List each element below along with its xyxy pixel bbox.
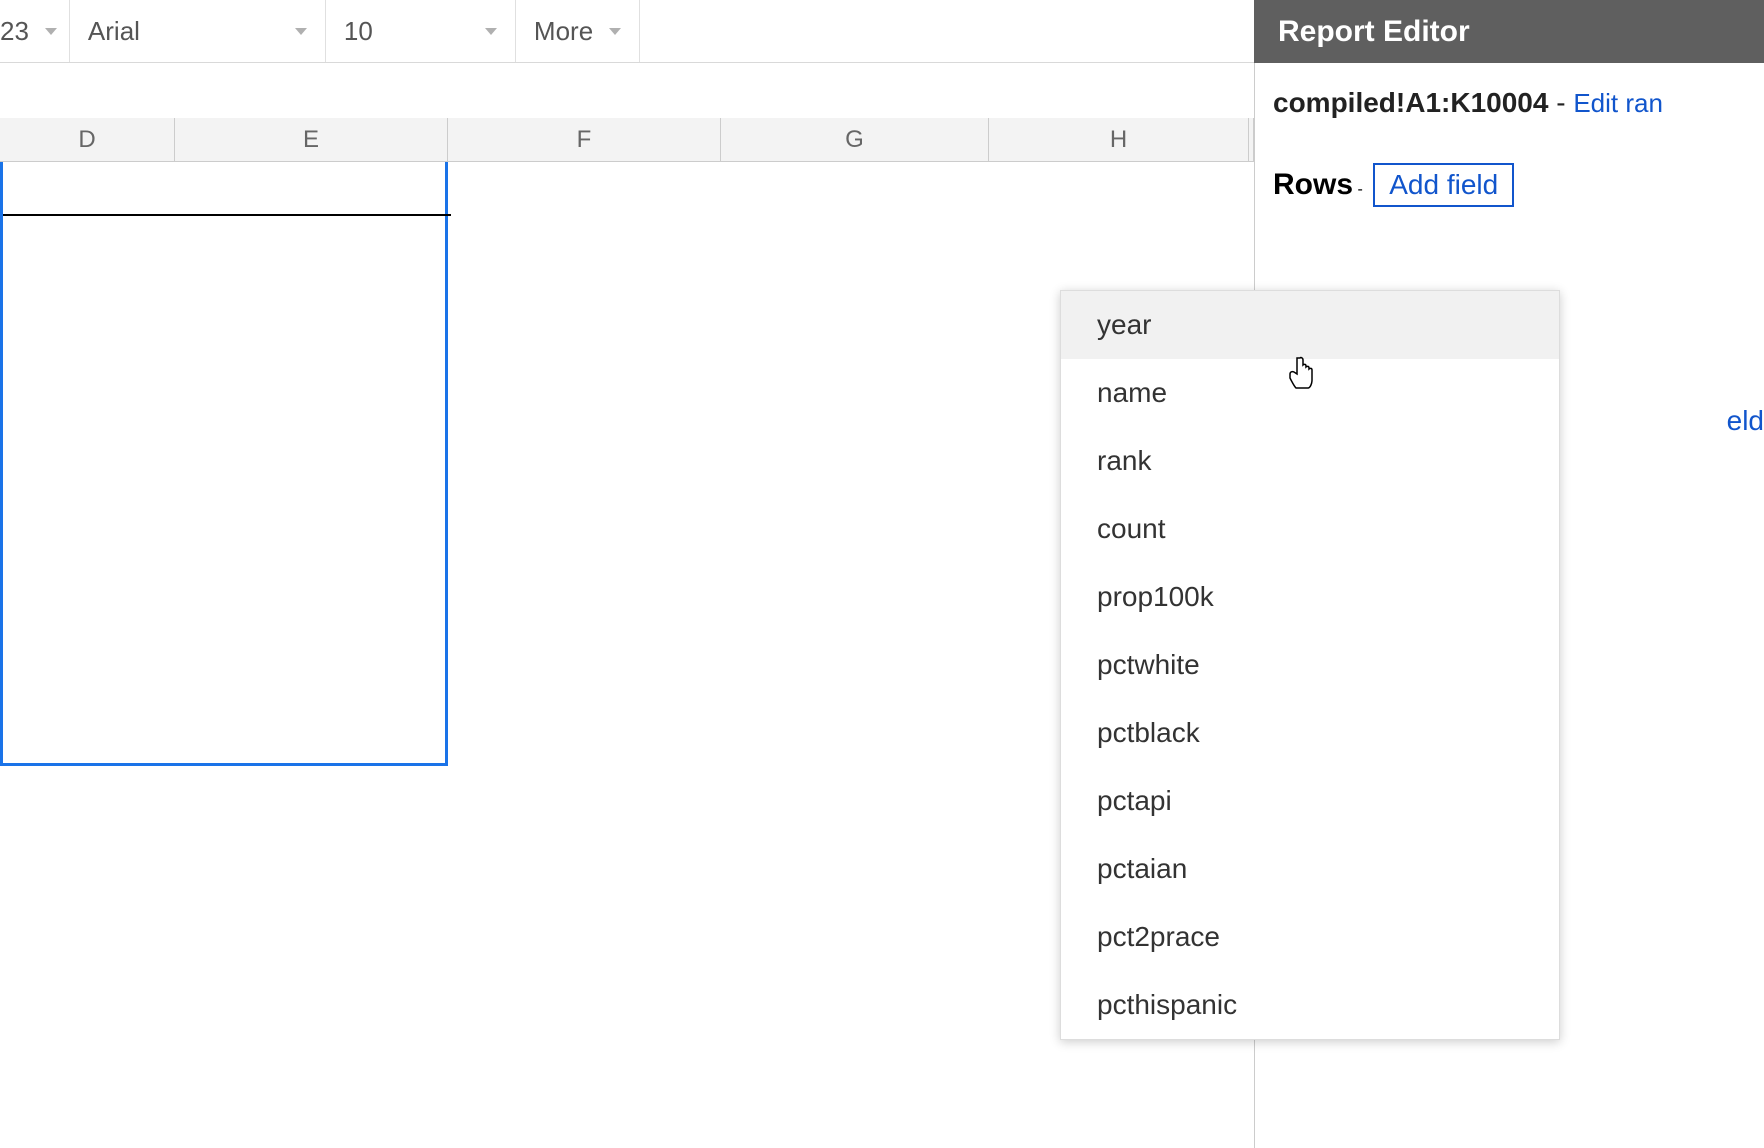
columns-partial-link[interactable]: eld bbox=[1727, 405, 1764, 437]
column-header-d[interactable]: D bbox=[0, 118, 175, 161]
chevron-down-icon bbox=[295, 28, 307, 35]
rows-separator: - bbox=[1353, 181, 1367, 198]
font-size-label: 10 bbox=[344, 16, 373, 47]
field-option-pct2prace[interactable]: pct2prace bbox=[1061, 903, 1559, 971]
column-header-last[interactable] bbox=[1249, 118, 1254, 161]
rows-label: Rows bbox=[1273, 168, 1353, 201]
chevron-down-icon bbox=[45, 28, 57, 35]
chevron-down-icon bbox=[485, 28, 497, 35]
column-headers: D E F G H bbox=[0, 118, 1254, 162]
column-header-g[interactable]: G bbox=[721, 118, 989, 161]
chevron-down-icon bbox=[609, 28, 621, 35]
field-option-pctaian[interactable]: pctaian bbox=[1061, 835, 1559, 903]
field-option-pctblack[interactable]: pctblack bbox=[1061, 699, 1559, 767]
format-number-dropdown[interactable]: 23 bbox=[0, 0, 70, 62]
report-editor-title: Report Editor bbox=[1278, 15, 1470, 49]
format-number-label: 23 bbox=[0, 16, 29, 47]
rows-section: Rows - Add field bbox=[1255, 139, 1764, 217]
field-option-name[interactable]: name bbox=[1061, 359, 1559, 427]
more-label: More bbox=[534, 16, 593, 47]
field-option-count[interactable]: count bbox=[1061, 495, 1559, 563]
font-label: Arial bbox=[88, 16, 140, 47]
column-header-h[interactable]: H bbox=[989, 118, 1249, 161]
more-dropdown[interactable]: More bbox=[516, 0, 640, 62]
selection-box bbox=[0, 162, 448, 766]
field-option-rank[interactable]: rank bbox=[1061, 427, 1559, 495]
field-dropdown: year name rank count prop100k pctwhite p… bbox=[1060, 290, 1560, 1040]
column-header-e[interactable]: E bbox=[175, 118, 448, 161]
edit-range-link[interactable]: Edit ran bbox=[1573, 88, 1663, 118]
field-option-pctwhite[interactable]: pctwhite bbox=[1061, 631, 1559, 699]
field-option-prop100k[interactable]: prop100k bbox=[1061, 563, 1559, 631]
field-option-pctapi[interactable]: pctapi bbox=[1061, 767, 1559, 835]
range-text: compiled!A1:K10004 bbox=[1273, 87, 1548, 118]
font-size-dropdown[interactable]: 10 bbox=[326, 0, 516, 62]
column-header-f[interactable]: F bbox=[448, 118, 721, 161]
field-option-year[interactable]: year bbox=[1061, 291, 1559, 359]
range-separator: - bbox=[1548, 87, 1573, 118]
add-field-button[interactable]: Add field bbox=[1373, 163, 1514, 207]
report-editor-header: Report Editor bbox=[1254, 0, 1764, 63]
font-dropdown[interactable]: Arial bbox=[70, 0, 326, 62]
selection-box-inner bbox=[3, 162, 451, 216]
range-row: compiled!A1:K10004 - Edit ran bbox=[1255, 63, 1764, 139]
field-option-pcthispanic[interactable]: pcthispanic bbox=[1061, 971, 1559, 1039]
